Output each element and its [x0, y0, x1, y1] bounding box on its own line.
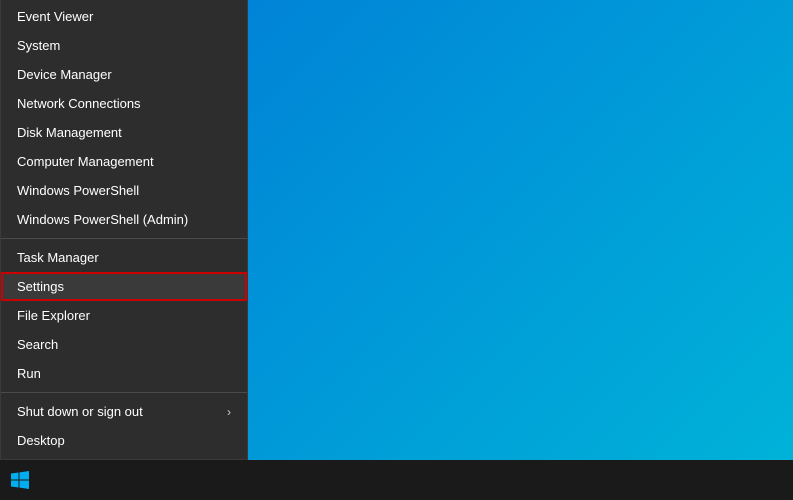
menu-item-label-task-manager: Task Manager	[17, 250, 99, 265]
menu-item-label-event-viewer: Event Viewer	[17, 9, 93, 24]
menu-separator-10	[1, 238, 247, 239]
menu-separator-16	[1, 392, 247, 393]
menu-item-label-network-connections: Network Connections	[17, 96, 141, 111]
menu-item-network-connections[interactable]: Network Connections	[1, 89, 247, 118]
context-menu: Apps and FeaturesPower OptionsEvent View…	[0, 0, 248, 460]
menu-item-run[interactable]: Run	[1, 359, 247, 388]
menu-item-desktop[interactable]: Desktop	[1, 426, 247, 455]
menu-item-label-desktop: Desktop	[17, 433, 65, 448]
menu-item-label-file-explorer: File Explorer	[17, 308, 90, 323]
menu-item-label-computer-management: Computer Management	[17, 154, 154, 169]
menu-item-label-search: Search	[17, 337, 58, 352]
menu-item-label-windows-powershell: Windows PowerShell	[17, 183, 139, 198]
menu-item-search[interactable]: Search	[1, 330, 247, 359]
menu-item-task-manager[interactable]: Task Manager	[1, 243, 247, 272]
menu-item-disk-management[interactable]: Disk Management	[1, 118, 247, 147]
menu-item-computer-management[interactable]: Computer Management	[1, 147, 247, 176]
taskbar	[0, 460, 793, 500]
menu-item-label-shut-down: Shut down or sign out	[17, 404, 143, 419]
menu-item-arrow-shut-down: ›	[227, 405, 231, 419]
menu-item-label-run: Run	[17, 366, 41, 381]
menu-item-settings[interactable]: Settings	[1, 272, 247, 301]
menu-item-shut-down[interactable]: Shut down or sign out ›	[1, 397, 247, 426]
menu-item-label-disk-management: Disk Management	[17, 125, 122, 140]
menu-item-label-windows-powershell-admin: Windows PowerShell (Admin)	[17, 212, 188, 227]
menu-item-label-settings: Settings	[17, 279, 64, 294]
menu-item-event-viewer[interactable]: Event Viewer	[1, 2, 247, 31]
menu-item-device-manager[interactable]: Device Manager	[1, 60, 247, 89]
menu-item-system[interactable]: System	[1, 31, 247, 60]
desktop: Apps and FeaturesPower OptionsEvent View…	[0, 0, 793, 500]
menu-item-file-explorer[interactable]: File Explorer	[1, 301, 247, 330]
menu-item-label-system: System	[17, 38, 60, 53]
windows-logo-icon	[11, 471, 29, 489]
menu-item-windows-powershell-admin[interactable]: Windows PowerShell (Admin)	[1, 205, 247, 234]
start-button[interactable]	[0, 460, 40, 500]
menu-item-label-device-manager: Device Manager	[17, 67, 112, 82]
menu-item-windows-powershell[interactable]: Windows PowerShell	[1, 176, 247, 205]
